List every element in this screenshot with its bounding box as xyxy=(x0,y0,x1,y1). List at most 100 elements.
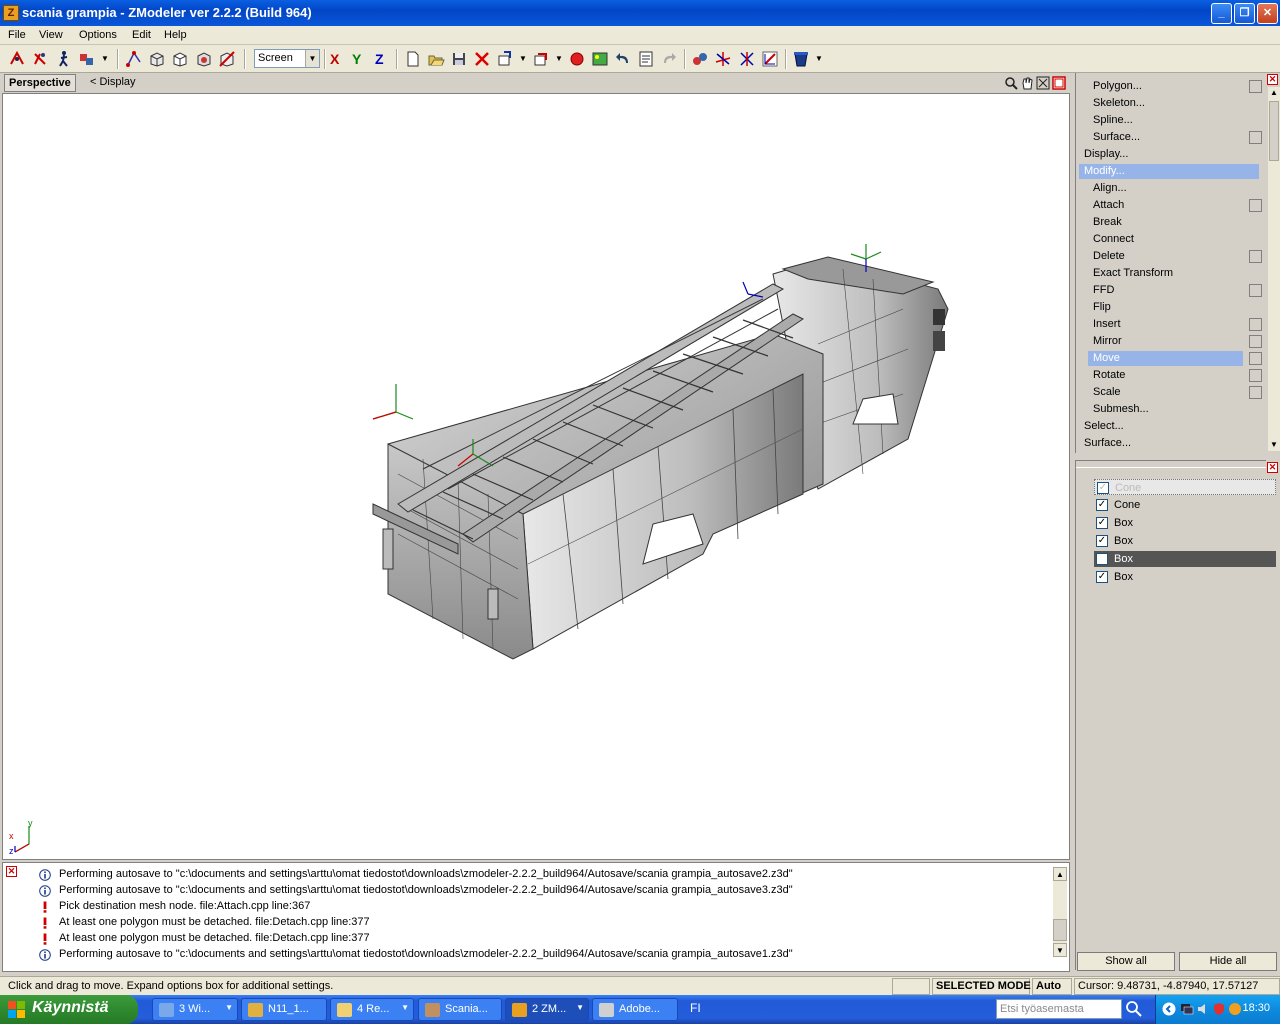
surface-mode-icon[interactable] xyxy=(195,50,213,68)
scroll-down-icon[interactable]: ▼ xyxy=(1268,439,1280,451)
command-item[interactable]: Spline... xyxy=(1088,113,1243,128)
menu-help[interactable]: Help xyxy=(164,29,187,41)
command-item[interactable]: Polygon... xyxy=(1088,79,1243,94)
security-shield-icon[interactable] xyxy=(1212,1002,1226,1016)
selection-mode-dropdown-arrow[interactable]: ▼ xyxy=(101,54,109,63)
tray-expand-icon[interactable] xyxy=(1162,1002,1176,1016)
command-item[interactable]: Select... xyxy=(1079,419,1259,434)
display-link[interactable]: < Display xyxy=(90,76,136,88)
log-scrollbar[interactable]: ▲ ▼ xyxy=(1053,867,1067,957)
command-item[interactable]: Skeleton... xyxy=(1088,96,1243,111)
taskbar-button[interactable]: 4 Re... ▼ xyxy=(330,998,414,1021)
visibility-checkbox[interactable]: ✓ xyxy=(1096,499,1108,511)
move-axis-icon[interactable] xyxy=(714,50,732,68)
close-button[interactable]: ✕ xyxy=(1257,3,1278,24)
object-list-item[interactable]: ✓ Box xyxy=(1094,569,1276,585)
chevron-down-icon[interactable]: ▼ xyxy=(305,50,319,67)
command-item[interactable]: Mirror xyxy=(1088,334,1243,349)
object-list-item[interactable]: ✓ Cone xyxy=(1094,479,1276,495)
menu-options[interactable]: Options xyxy=(79,29,117,41)
group-dropdown-icon[interactable]: ▼ xyxy=(225,1003,233,1012)
options-box-icon[interactable] xyxy=(1249,199,1262,212)
zoom-extents-icon[interactable] xyxy=(1036,76,1050,90)
new-file-icon[interactable] xyxy=(404,50,422,68)
scroll-up-icon[interactable]: ▲ xyxy=(1268,87,1280,99)
axis-x-toggle[interactable]: X xyxy=(330,50,339,68)
undo-list-icon[interactable] xyxy=(637,50,655,68)
undo-icon[interactable] xyxy=(614,50,632,68)
close-objects-panel-icon[interactable]: ✕ xyxy=(1267,462,1278,473)
menu-view[interactable]: View xyxy=(39,29,63,41)
options-box-icon[interactable] xyxy=(1249,335,1262,348)
image-icon[interactable] xyxy=(591,50,609,68)
start-button[interactable]: Käynnistä xyxy=(0,995,138,1024)
axis-z-toggle[interactable]: Z xyxy=(375,50,384,68)
hidden-mode-icon[interactable] xyxy=(218,50,236,68)
update-icon[interactable] xyxy=(1228,1002,1242,1016)
object-list-item[interactable]: ✓ Box xyxy=(1094,533,1276,549)
selection-mode-icon[interactable] xyxy=(78,50,96,68)
coordinate-space-select[interactable]: Screen ▼ xyxy=(254,49,320,68)
command-item[interactable]: Align... xyxy=(1088,181,1243,196)
open-file-icon[interactable] xyxy=(427,50,445,68)
visibility-checkbox[interactable]: ✓ xyxy=(1097,482,1109,494)
delete-icon[interactable] xyxy=(473,50,491,68)
close-panel-icon[interactable]: ✕ xyxy=(1267,74,1278,85)
scroll-up-icon[interactable]: ▲ xyxy=(1053,867,1067,881)
selected-mode-indicator[interactable]: SELECTED MODE xyxy=(932,978,1031,995)
command-item[interactable]: Connect xyxy=(1088,232,1243,247)
options-box-icon[interactable] xyxy=(1249,369,1262,382)
command-item[interactable]: Submesh... xyxy=(1088,402,1243,417)
scroll-thumb[interactable] xyxy=(1269,101,1279,161)
auto-indicator[interactable]: Auto xyxy=(1032,978,1072,995)
object-list-item[interactable]: ✓ Cone xyxy=(1094,497,1276,513)
material-bucket-icon[interactable] xyxy=(792,50,810,68)
import-icon[interactable] xyxy=(496,50,514,68)
rotate-axis-icon[interactable] xyxy=(738,50,756,68)
axis-y-toggle[interactable]: Y xyxy=(352,50,361,68)
options-box-icon[interactable] xyxy=(1249,284,1262,297)
scroll-thumb[interactable] xyxy=(1053,919,1067,941)
link-tool-icon[interactable] xyxy=(691,50,709,68)
save-file-icon[interactable] xyxy=(450,50,468,68)
command-item[interactable]: Break xyxy=(1088,215,1243,230)
fire-truck-model[interactable] xyxy=(3,94,1069,859)
volume-icon[interactable] xyxy=(1196,1002,1210,1016)
command-item[interactable]: Scale xyxy=(1088,385,1243,400)
zmodeler-app-icon[interactable]: Z xyxy=(3,5,19,21)
perspective-viewport[interactable]: y x z xyxy=(2,93,1070,860)
command-item[interactable]: Exact Transform xyxy=(1088,266,1243,281)
command-item[interactable]: Modify... xyxy=(1079,164,1259,179)
polygon-mode-icon[interactable] xyxy=(148,50,166,68)
language-indicator[interactable]: FI xyxy=(690,1001,701,1015)
command-item[interactable]: Delete xyxy=(1088,249,1243,264)
options-box-icon[interactable] xyxy=(1249,352,1262,365)
record-icon[interactable] xyxy=(568,50,586,68)
network-icon[interactable] xyxy=(1180,1002,1194,1016)
redo-icon[interactable] xyxy=(660,50,678,68)
walk-tool-icon[interactable] xyxy=(55,50,73,68)
command-scrollbar[interactable]: ▲ ▼ xyxy=(1268,87,1280,451)
command-item[interactable]: Rotate xyxy=(1088,368,1243,383)
command-item[interactable]: Insert xyxy=(1088,317,1243,332)
zoom-icon[interactable] xyxy=(1004,76,1018,90)
command-item[interactable]: Flip xyxy=(1088,300,1243,315)
select-tool-icon[interactable] xyxy=(8,50,26,68)
taskbar-button[interactable]: Adobe... xyxy=(592,998,678,1021)
hide-all-button[interactable]: Hide all xyxy=(1179,952,1277,971)
pick-tool-icon[interactable] xyxy=(31,50,49,68)
minimize-button[interactable]: _ xyxy=(1211,3,1232,24)
close-log-icon[interactable]: ✕ xyxy=(6,866,17,877)
menu-edit[interactable]: Edit xyxy=(132,29,151,41)
visibility-checkbox[interactable]: ✓ xyxy=(1096,517,1108,529)
menu-file[interactable]: File xyxy=(8,29,26,41)
maximize-viewport-icon[interactable] xyxy=(1052,76,1066,90)
options-box-icon[interactable] xyxy=(1249,250,1262,263)
search-icon[interactable] xyxy=(1125,1000,1143,1018)
scroll-down-icon[interactable]: ▼ xyxy=(1053,943,1067,957)
command-item[interactable]: Attach xyxy=(1088,198,1243,213)
object-mode-icon[interactable] xyxy=(171,50,189,68)
options-box-icon[interactable] xyxy=(1249,318,1262,331)
material-dropdown-arrow[interactable]: ▼ xyxy=(815,54,823,63)
import-dropdown-arrow[interactable]: ▼ xyxy=(519,54,527,63)
